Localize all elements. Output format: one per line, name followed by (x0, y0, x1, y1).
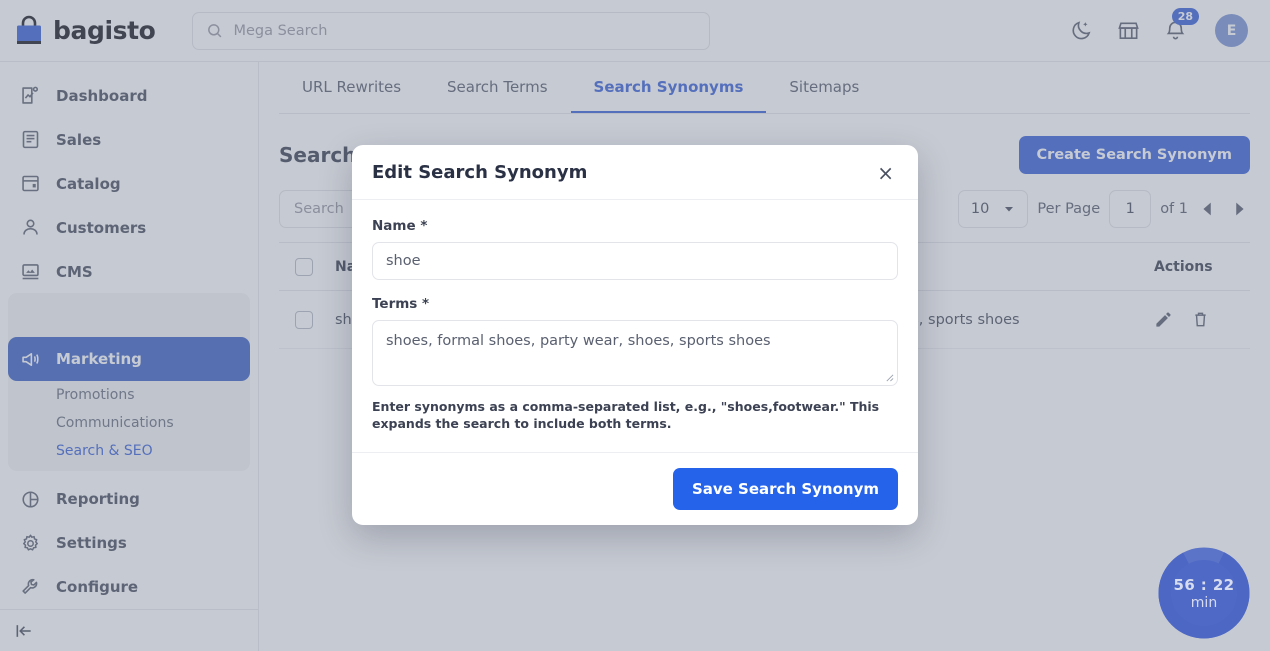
app-root: bagisto Mega Search (0, 0, 1270, 651)
name-field-value: shoe (386, 253, 421, 269)
terms-help-text: Enter synonyms as a comma-separated list… (372, 398, 898, 432)
modal-body: Name * shoe Terms * shoes, formal shoes,… (352, 200, 918, 452)
name-field-label: Name * (372, 218, 898, 234)
terms-field-label: Terms * (372, 296, 898, 312)
terms-field-value: shoes, formal shoes, party wear, shoes, … (386, 333, 771, 349)
timer-ring (1156, 545, 1252, 641)
name-field-group: Name * shoe (372, 218, 898, 280)
edit-search-synonym-modal: Edit Search Synonym × Name * shoe Terms … (352, 145, 918, 525)
terms-field-group: Terms * shoes, formal shoes, party wear,… (372, 296, 898, 386)
modal-footer: Save Search Synonym (352, 452, 918, 525)
terms-field[interactable]: shoes, formal shoes, party wear, shoes, … (372, 320, 898, 386)
modal-header: Edit Search Synonym × (352, 145, 918, 200)
session-timer-widget[interactable]: 56 : 22 min (1156, 545, 1252, 641)
close-icon[interactable]: × (875, 163, 896, 183)
modal-title: Edit Search Synonym (372, 162, 587, 183)
save-search-synonym-button[interactable]: Save Search Synonym (673, 468, 898, 510)
resize-handle-icon[interactable] (885, 373, 894, 382)
name-field[interactable]: shoe (372, 242, 898, 280)
